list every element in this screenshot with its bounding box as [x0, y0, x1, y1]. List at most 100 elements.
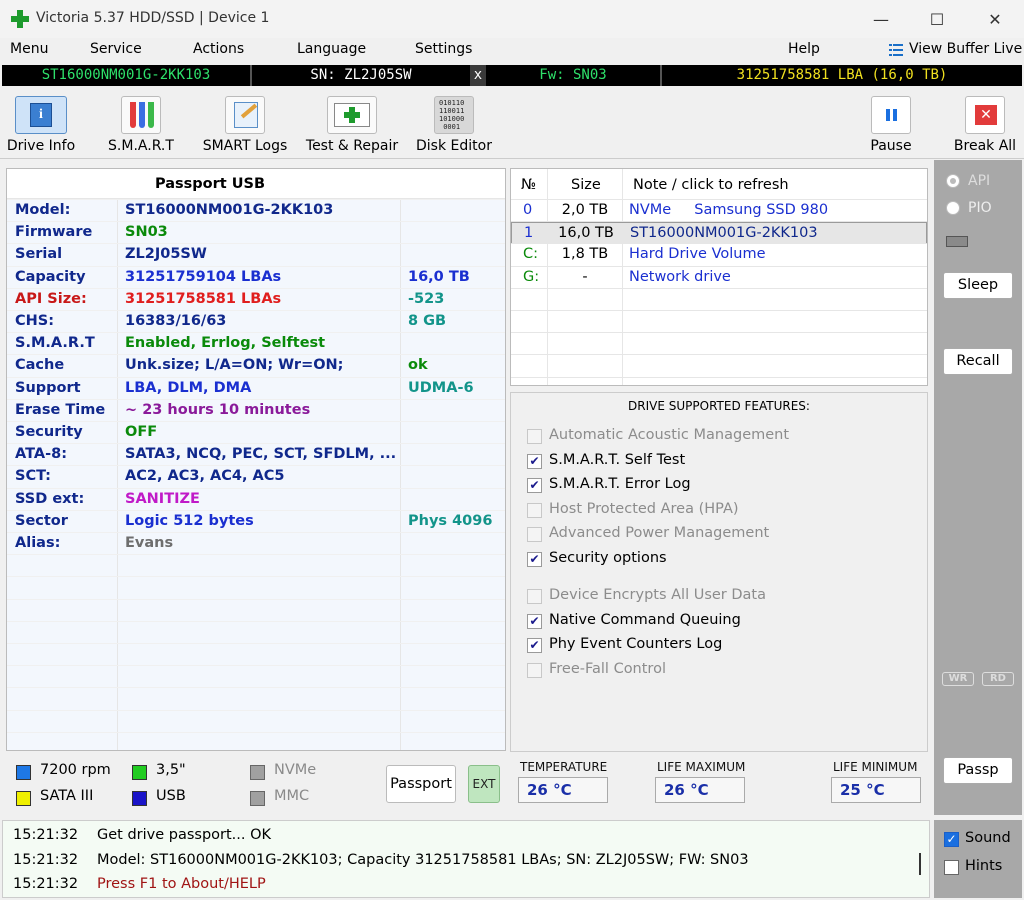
disk-editor-button[interactable]: 010110 110011 101000 0001 Disk Editor [414, 90, 494, 156]
info-key: Cache [15, 357, 65, 374]
log-message: Model: ST16000NM001G-2KK103; Capacity 31… [97, 851, 749, 868]
close-window-button[interactable]: ✕ [966, 0, 1024, 38]
color-swatch [16, 791, 31, 806]
info-row: Capacity 31251759104 LBAs 16,0 TB [7, 267, 505, 289]
feature-label: Phy Event Counters Log [549, 636, 723, 652]
hints-checkbox[interactable] [944, 860, 959, 875]
menu-help[interactable]: Help [788, 41, 820, 57]
info-row: ATA-8: SATA3, NCQ, PEC, SCT, SFDLM, ... [7, 444, 505, 466]
feature-label: Device Encrypts All User Data [549, 587, 766, 603]
color-swatch [132, 791, 147, 806]
info-value: Evans [125, 535, 174, 551]
info-key: CHS: [15, 313, 55, 329]
feature-checkbox[interactable]: ✔ [527, 614, 542, 629]
feature-checkbox[interactable]: ✔ [527, 552, 542, 567]
temperature-label: TEMPERATURE [520, 760, 608, 774]
drivebar-close-button[interactable]: x [470, 65, 486, 86]
color-swatch [250, 765, 265, 780]
drive-model: ST16000NM001G-2KK103 [41, 67, 211, 83]
drive-row[interactable]: 1 16,0 TB ST16000NM001G-2KK103 [511, 222, 927, 245]
log-message: Press F1 to About/HELP [97, 876, 266, 892]
minimize-button[interactable]: — [852, 0, 910, 38]
feature-checkbox[interactable] [527, 663, 542, 678]
feature-checkbox[interactable] [527, 503, 542, 518]
window-title: Victoria 5.37 HDD/SSD | Device 1 [36, 10, 270, 26]
drive-info-button[interactable]: i Drive Info [4, 90, 78, 156]
sleep-button[interactable]: Sleep [943, 272, 1013, 299]
drive-note: ST16000NM001G-2KK103 [630, 225, 818, 242]
feature-checkbox[interactable] [527, 527, 542, 542]
info-extra: -523 [408, 290, 445, 307]
feature-label: Free-Fall Control [549, 661, 666, 677]
pause-button[interactable]: Pause [862, 90, 920, 156]
feature-checkbox[interactable] [527, 589, 542, 604]
test-tubes-icon [121, 96, 161, 134]
drive-legend: 7200 rpm 3,5" NVMe SATA III USB MMC Pass… [6, 756, 506, 814]
info-row: SSD ext: SANITIZE [7, 489, 505, 511]
info-value: ST16000NM001G-2KK103 [125, 202, 334, 218]
stop-icon: ✕ [965, 96, 1005, 134]
hints-label: Hints [965, 858, 1003, 874]
ext-button[interactable]: EXT [468, 765, 500, 803]
smart-logs-button[interactable]: SMART Logs [198, 90, 292, 156]
menu-language[interactable]: Language [297, 41, 366, 57]
info-row: Serial ZL2J05SW [7, 244, 505, 266]
info-key: Capacity [15, 268, 86, 285]
log-time: 15:21:32 [13, 876, 79, 892]
maximize-button[interactable]: ☐ [908, 0, 966, 38]
menu-settings[interactable]: Settings [415, 41, 472, 57]
info-value: ZL2J05SW [125, 246, 207, 263]
menu-service[interactable]: Service [90, 41, 142, 57]
info-row: Firmware SN03 [7, 222, 505, 244]
view-buffer-live-button[interactable]: View Buffer Live [909, 41, 1022, 57]
feature-checkbox[interactable] [527, 429, 542, 444]
log-panel[interactable]: 15:21:32 Get drive passport... OK 15:21:32… [2, 820, 930, 898]
pio-radio[interactable] [946, 201, 960, 215]
col-note-refresh[interactable]: Note / click to refresh [633, 177, 789, 193]
life-max-label: LIFE MAXIMUM [657, 760, 746, 774]
info-value: Enabled, Errlog, Selftest [125, 335, 326, 352]
feature-checkbox[interactable]: ✔ [527, 454, 542, 469]
rd-indicator: RD [982, 672, 1014, 686]
sound-checkbox[interactable]: ✓ [944, 832, 959, 847]
log-entry: 15:21:32 Get drive passport... OK [3, 823, 923, 847]
info-value: 16383/16/63 [125, 313, 227, 329]
break-all-button[interactable]: ✕ Break All [952, 90, 1018, 156]
drive-note: NVMe Samsung SSD 980 [629, 202, 829, 218]
sound-label: Sound [965, 830, 1011, 846]
info-row: Alias: Evans [7, 533, 505, 555]
passport-button[interactable]: Passport [386, 765, 456, 803]
api-label: API [968, 173, 991, 189]
info-value: 31251758581 LBAs [125, 290, 282, 307]
drive-size: 16,0 TB [558, 225, 614, 242]
feature-checkbox[interactable]: ✔ [527, 478, 542, 493]
info-value: SATA3, NCQ, PEC, SCT, SFDLM, ... [125, 446, 397, 463]
menu-menu[interactable]: Menu [10, 41, 48, 57]
drive-status-bar: ST16000NM001G-2KK103 SN: ZL2J05SW x Fw: … [2, 65, 1022, 86]
drive-row[interactable]: 0 2,0 TB NVMe Samsung SSD 980 [511, 200, 927, 222]
color-swatch [250, 791, 265, 806]
feature-checkbox[interactable]: ✔ [527, 638, 542, 653]
api-radio[interactable] [946, 174, 960, 188]
menu-bar: Menu Service Actions Language Settings H… [0, 38, 1024, 64]
info-value: AC2, AC3, AC4, AC5 [125, 468, 285, 485]
indicator-led [946, 236, 968, 247]
info-key: API Size: [15, 290, 87, 307]
smart-button[interactable]: S.M.A.R.T [102, 90, 180, 156]
drive-row[interactable]: G: - Network drive [511, 267, 927, 289]
feature-label: Security options [549, 550, 667, 566]
drive-row[interactable]: C: 1,8 TB Hard Drive Volume [511, 244, 927, 266]
menu-actions[interactable]: Actions [193, 41, 244, 57]
recall-button[interactable]: Recall [943, 348, 1013, 375]
log-scrollbar[interactable] [919, 853, 921, 875]
info-row: CHS: 16383/16/63 8 GB [7, 311, 505, 333]
test-repair-button[interactable]: Test & Repair [304, 90, 400, 156]
info-key: SCT: [15, 468, 51, 485]
log-time: 15:21:32 [13, 851, 79, 868]
log-message: Get drive passport... OK [97, 827, 272, 843]
drive-size: 2,0 TB [561, 202, 609, 218]
info-key: Serial [15, 246, 63, 263]
list-icon [888, 42, 904, 62]
passp-button[interactable]: Passp [943, 757, 1013, 784]
info-row: Sector Logic 512 bytes Phys 4096 [7, 511, 505, 533]
